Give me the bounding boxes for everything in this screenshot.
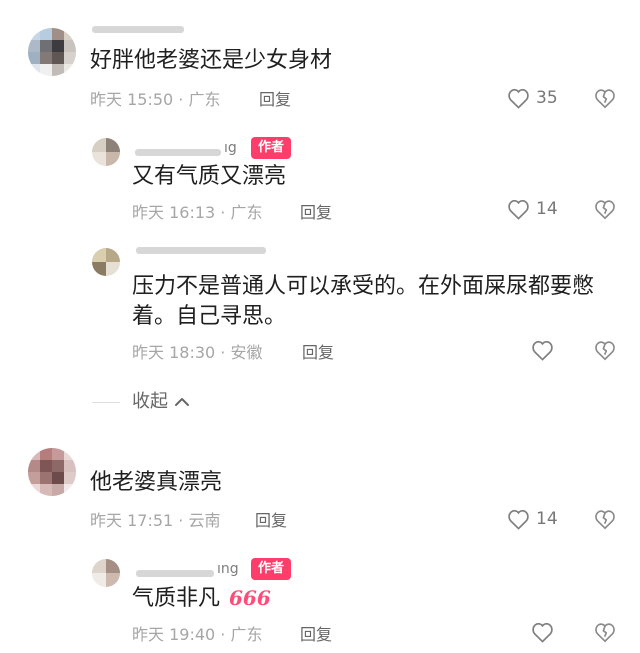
avatar[interactable] xyxy=(92,559,120,587)
heart-icon xyxy=(507,509,530,530)
heart-icon xyxy=(531,622,554,643)
collapse-label: 收起 xyxy=(132,391,168,412)
like-count: 14 xyxy=(536,199,558,219)
avatar[interactable] xyxy=(92,248,120,276)
author-badge: 作者 xyxy=(251,137,292,159)
comment-time: 昨天 15:50 xyxy=(90,90,174,109)
collapse-replies-button[interactable]: 收起 xyxy=(132,393,190,411)
avatar[interactable] xyxy=(28,448,76,496)
comment-text: 好胖他老婆还是少女身材 xyxy=(90,48,333,73)
comment-location: 广东 xyxy=(230,203,263,222)
avatar[interactable] xyxy=(92,138,120,166)
emoji-666: 666 xyxy=(229,586,271,610)
broken-heart-icon[interactable] xyxy=(594,199,616,220)
broken-heart-icon[interactable] xyxy=(594,88,616,109)
comment-text: 又有气质又漂亮 xyxy=(132,164,287,189)
username-tail[interactable]: ıg xyxy=(224,141,237,155)
comment-text: 压力不是普通人可以承受的。在外面屎尿都要憋着。自己寻思。 xyxy=(132,274,595,329)
comment-meta: 昨天 15:50 · 广东 xyxy=(90,92,221,108)
heart-icon xyxy=(507,199,530,220)
comment-text-body: 气质非凡 xyxy=(132,586,221,611)
username-tail[interactable]: ıng xyxy=(217,562,239,576)
like-button[interactable]: 14 xyxy=(507,509,558,530)
meta-separator: · xyxy=(220,203,226,222)
comment-text: 他老婆真漂亮 xyxy=(90,470,223,495)
reply-button[interactable]: 回复 xyxy=(302,345,334,361)
collapse-divider xyxy=(92,402,120,403)
like-count: 35 xyxy=(536,88,558,108)
comment-meta: 昨天 17:51 · 云南 xyxy=(90,513,221,529)
username-placeholder[interactable] xyxy=(136,570,214,577)
comment-time: 昨天 17:51 xyxy=(90,511,174,530)
reply-button[interactable]: 回复 xyxy=(300,627,332,643)
like-count: 14 xyxy=(536,509,558,529)
broken-heart-icon[interactable] xyxy=(594,509,616,530)
comment-location: 安徽 xyxy=(230,343,263,362)
chevron-up-icon xyxy=(174,393,190,411)
comment-location: 广东 xyxy=(188,90,221,109)
comment-time: 昨天 16:13 xyxy=(132,203,216,222)
like-button[interactable] xyxy=(531,622,554,643)
reply-button[interactable]: 回复 xyxy=(300,205,332,221)
avatar[interactable] xyxy=(28,28,76,76)
like-button[interactable]: 14 xyxy=(507,199,558,220)
reply-button[interactable]: 回复 xyxy=(255,513,287,529)
comment-meta: 昨天 18:30 · 安徽 xyxy=(132,345,263,361)
username-placeholder[interactable] xyxy=(136,247,266,254)
comment-text: 气质非凡 666 xyxy=(132,583,271,614)
reply-button[interactable]: 回复 xyxy=(259,92,291,108)
like-button[interactable]: 35 xyxy=(507,88,558,109)
comment-time: 昨天 19:40 xyxy=(132,625,216,644)
broken-heart-icon[interactable] xyxy=(594,340,616,361)
comment-thread: 好胖他老婆还是少女身材 昨天 15:50 · 广东 回复 35 ıg 作者 又有… xyxy=(0,0,640,653)
like-button[interactable] xyxy=(531,340,554,361)
heart-icon xyxy=(507,88,530,109)
comment-location: 云南 xyxy=(188,511,221,530)
comment-location: 广东 xyxy=(230,625,263,644)
comment-meta: 昨天 19:40 · 广东 xyxy=(132,627,263,643)
author-badge: 作者 xyxy=(251,558,292,580)
broken-heart-icon[interactable] xyxy=(594,622,616,643)
meta-separator: · xyxy=(220,625,226,644)
username-placeholder[interactable] xyxy=(92,26,184,33)
comment-time: 昨天 18:30 xyxy=(132,343,216,362)
meta-separator: · xyxy=(178,511,184,530)
username-placeholder[interactable] xyxy=(135,149,221,156)
heart-icon xyxy=(531,340,554,361)
meta-separator: · xyxy=(220,343,226,362)
comment-meta: 昨天 16:13 · 广东 xyxy=(132,205,263,221)
meta-separator: · xyxy=(178,90,184,109)
